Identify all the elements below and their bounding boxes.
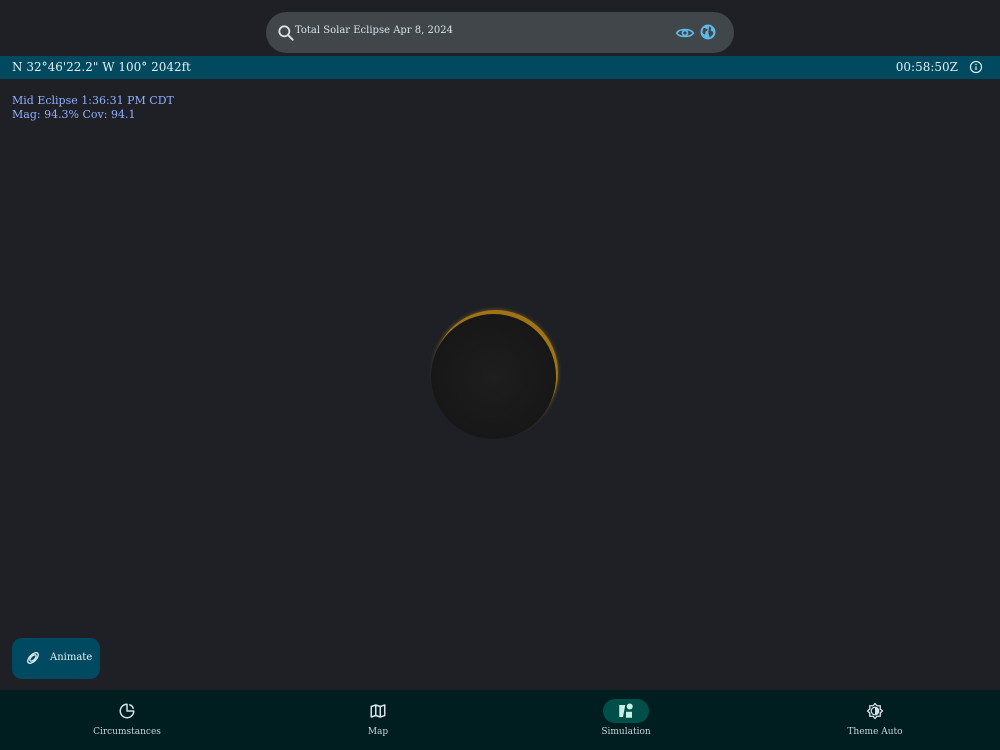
search-icon[interactable] [276, 23, 296, 43]
animate-rings-icon [27, 652, 39, 664]
animate-button[interactable]: Animate [12, 638, 100, 679]
app-screen: Total Solar Eclipse Apr 8, 2024 N 32°46'… [0, 0, 1000, 750]
globe-icon[interactable] [699, 23, 717, 41]
info-icon[interactable] [969, 60, 983, 74]
eclipse-search-bar[interactable]: Total Solar Eclipse Apr 8, 2024 [266, 12, 734, 53]
bottom-navigation: Circumstances Map Simulation Theme Auto [0, 690, 1000, 750]
nav-item-circumstances[interactable]: Circumstances [67, 690, 187, 750]
location-bar: N 32°46'22.2" W 100° 2042ft 00:58:50Z [0, 56, 1000, 79]
magnitude-coverage: Mag: 94.3% Cov: 94.1 [12, 108, 136, 121]
nav-item-theme[interactable]: Theme Auto [815, 690, 935, 750]
utc-time: 00:58:50Z [895, 60, 958, 74]
simulation-icon [619, 703, 633, 718]
nav-label-circumstances: Circumstances [93, 727, 161, 737]
map-icon [370, 704, 386, 718]
location-coordinates: N 32°46'22.2" W 100° 2042ft [12, 60, 191, 74]
nav-label-simulation: Simulation [601, 727, 651, 737]
nav-label-theme: Theme Auto [847, 727, 903, 737]
theme-auto-icon [866, 702, 884, 720]
animate-label: Animate [50, 652, 93, 663]
nav-item-simulation[interactable]: Simulation [566, 690, 686, 750]
eclipse-info: Mid Eclipse 1:36:31 PM CDT Mag: 94.3% Co… [12, 94, 174, 122]
moon-disc [431, 314, 556, 439]
circumstances-icon [119, 703, 135, 719]
nav-label-map: Map [367, 727, 389, 737]
eye-icon[interactable] [675, 23, 695, 43]
mid-eclipse-time: Mid Eclipse 1:36:31 PM CDT [12, 94, 174, 107]
search-text[interactable]: Total Solar Eclipse Apr 8, 2024 [295, 25, 453, 36]
nav-item-map[interactable]: Map [318, 690, 438, 750]
